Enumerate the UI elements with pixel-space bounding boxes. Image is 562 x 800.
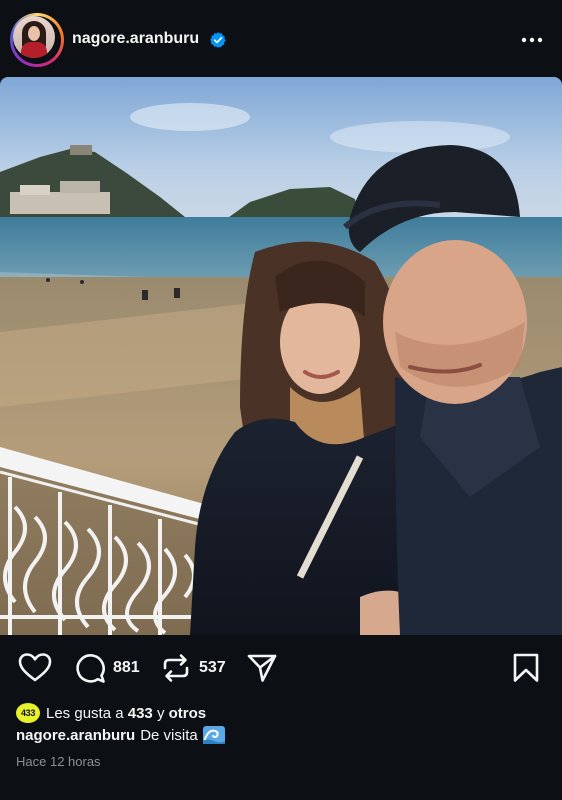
repost-button[interactable]: 537	[160, 645, 226, 691]
more-icon[interactable]	[520, 30, 544, 50]
post-timestamp: Hace 12 horas	[16, 754, 101, 769]
avatar[interactable]	[10, 13, 64, 67]
caption-username[interactable]: nagore.aranburu	[16, 727, 135, 744]
liker-avatar: 433	[16, 703, 40, 723]
comment-icon	[76, 654, 105, 683]
send-icon	[247, 654, 277, 682]
save-button[interactable]	[512, 645, 540, 691]
like-button[interactable]	[18, 645, 52, 691]
verified-badge-icon	[210, 32, 226, 48]
repost-icon	[163, 654, 189, 682]
comment-button[interactable]: 881	[74, 645, 140, 691]
heart-icon	[18, 653, 52, 682]
likes-others[interactable]: otros	[169, 705, 207, 722]
send-button[interactable]	[246, 645, 278, 691]
likes-summary[interactable]: 433 Les gusta a 433 y otros	[16, 702, 206, 724]
bookmark-icon	[513, 653, 539, 682]
likes-prefix: Les gusta a	[46, 704, 124, 722]
username[interactable]: nagore.aranburu	[72, 30, 199, 48]
shares-count: 537	[199, 659, 226, 676]
post-caption: nagore.aranburu De visita	[16, 726, 225, 744]
caption-text: De visita	[140, 726, 198, 744]
post-image	[0, 77, 562, 635]
wave-icon	[202, 726, 225, 744]
post-actions: 881 537	[0, 645, 562, 691]
post-header: nagore.aranburu	[0, 0, 562, 78]
likes-connector: y	[156, 704, 165, 722]
comments-count: 881	[113, 659, 140, 676]
likes-account[interactable]: 433	[128, 705, 153, 722]
post-photo[interactable]	[0, 77, 562, 635]
